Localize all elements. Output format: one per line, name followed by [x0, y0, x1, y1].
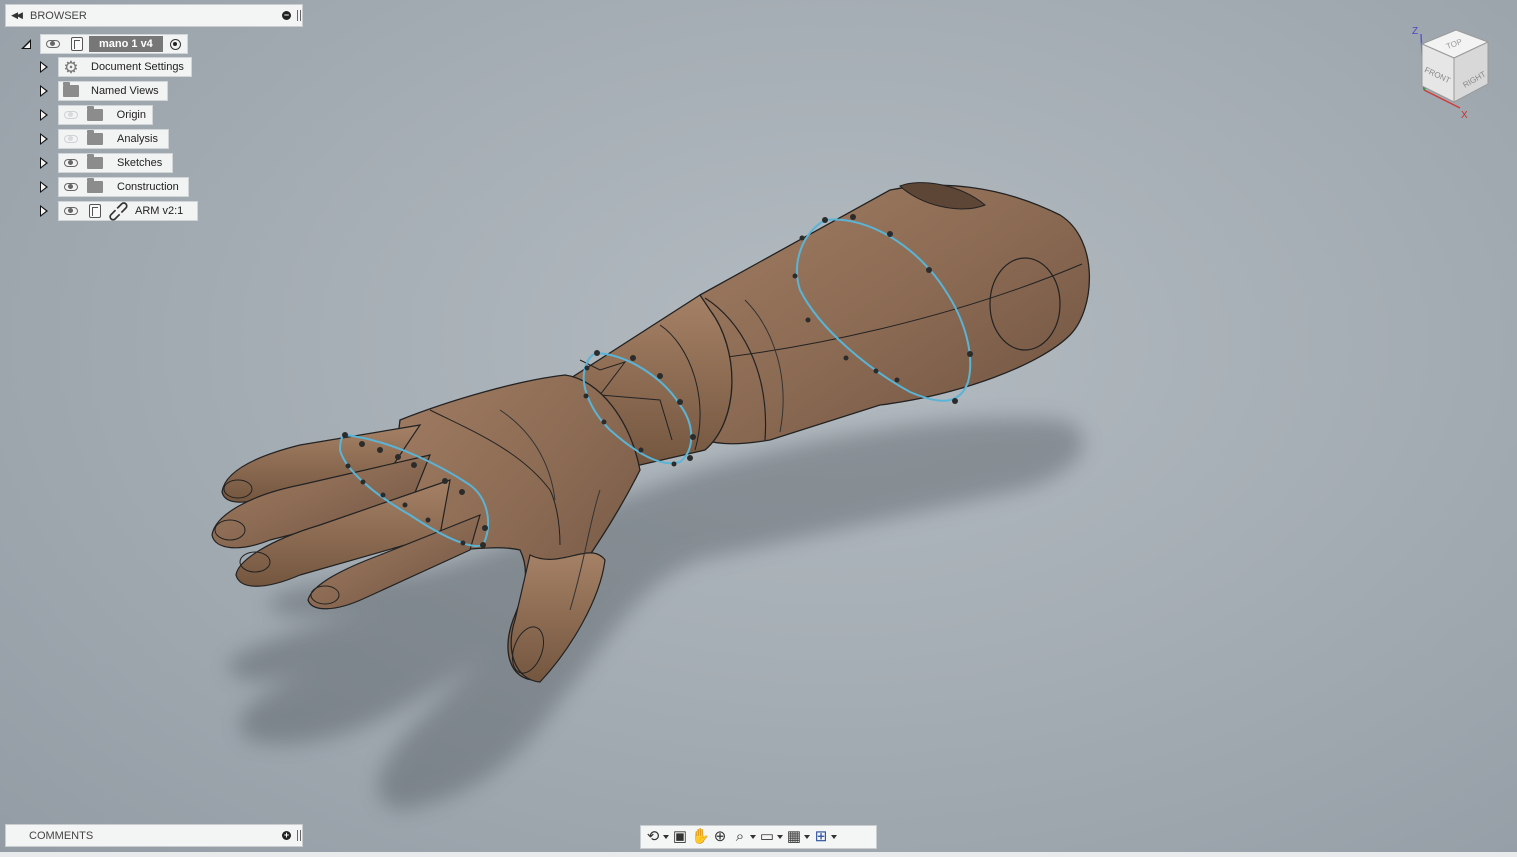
- node-construction[interactable]: Construction: [58, 177, 189, 197]
- expand-arrow-icon[interactable]: [38, 156, 50, 170]
- node-label-analysis: Analysis: [117, 133, 158, 145]
- expand-arrow-icon[interactable]: [38, 108, 50, 122]
- pan-icon: ✋: [691, 828, 710, 845]
- node-label-named-views: Named Views: [91, 85, 159, 97]
- expand-arrow-icon[interactable]: [38, 60, 50, 74]
- forearm: [699, 182, 1091, 445]
- add-comment-icon[interactable]: +: [282, 831, 291, 840]
- node-sketches[interactable]: Sketches: [58, 153, 173, 173]
- visibility-hidden-icon[interactable]: [59, 106, 83, 124]
- expand-arrow-icon[interactable]: [38, 180, 50, 194]
- navigation-toolbar: ⟲ ▣ ✋ ⊕ ⌕ ▭ ▦ ⊞: [640, 825, 877, 849]
- visibility-eye-icon[interactable]: [59, 202, 83, 220]
- panel-grip-icon[interactable]: [297, 10, 301, 21]
- viewports-tool[interactable]: ⊞: [812, 827, 837, 847]
- orbit-icon: ⟲: [646, 828, 660, 845]
- node-named-views[interactable]: Named Views: [58, 81, 168, 101]
- panel-grip-icon[interactable]: [297, 830, 301, 841]
- node-label-arm: ARM v2:1: [135, 205, 184, 217]
- visibility-eye-icon[interactable]: [59, 154, 83, 172]
- chevron-down-icon[interactable]: [831, 835, 837, 839]
- visibility-eye-icon[interactable]: [41, 35, 65, 53]
- visibility-eye-icon[interactable]: [59, 178, 83, 196]
- activate-radio-icon[interactable]: [169, 35, 183, 53]
- comments-panel[interactable]: COMMENTS +: [5, 824, 303, 847]
- viewports-icon: ⊞: [814, 828, 828, 845]
- chevron-down-icon[interactable]: [663, 835, 669, 839]
- node-arm-component[interactable]: ⊂⊃ ARM v2:1: [58, 196, 198, 226]
- node-label-construction: Construction: [117, 181, 179, 193]
- expand-arrow-icon[interactable]: [38, 204, 50, 218]
- folder-icon: [83, 130, 107, 148]
- comments-title: COMMENTS: [29, 829, 94, 842]
- visibility-hidden-icon[interactable]: [59, 130, 83, 148]
- node-label-document-settings: Document Settings: [91, 61, 184, 73]
- link-icon: ⊂⊃: [104, 196, 134, 226]
- folder-icon: [59, 82, 83, 100]
- node-origin[interactable]: Origin: [58, 105, 153, 125]
- chevron-down-icon[interactable]: [804, 835, 810, 839]
- node-analysis[interactable]: Analysis: [58, 129, 169, 149]
- collapse-root-icon[interactable]: [20, 37, 32, 51]
- look-at-icon: ▣: [672, 828, 688, 845]
- zoom-tool[interactable]: ⊕: [711, 827, 729, 847]
- display-settings-icon: ▭: [759, 828, 775, 845]
- folder-icon: [83, 154, 107, 172]
- node-label-sketches: Sketches: [117, 157, 163, 169]
- node-document-settings[interactable]: ⚙ Document Settings: [58, 57, 192, 77]
- chevron-down-icon[interactable]: [750, 835, 756, 839]
- status-strip: [0, 852, 1517, 857]
- minimize-icon[interactable]: −: [282, 11, 291, 20]
- node-label-origin: Origin: [116, 109, 146, 121]
- canvas-viewport[interactable]: [0, 0, 1517, 852]
- view-cube[interactable]: TOP FRONT RIGHT Z X: [1408, 22, 1504, 122]
- axis-z-label: Z: [1412, 26, 1418, 37]
- root-component-label: mano 1 v4: [89, 36, 163, 52]
- fit-tool[interactable]: ⌕: [731, 827, 756, 847]
- collapse-panel-icon[interactable]: ◀◀: [6, 10, 26, 21]
- axis-x-label: X: [1461, 110, 1468, 121]
- root-component[interactable]: mano 1 v4: [40, 34, 188, 54]
- grid-settings-icon: ▦: [786, 828, 802, 845]
- hand-arm-model[interactable]: [0, 0, 1517, 852]
- look-at-tool[interactable]: ▣: [671, 827, 689, 847]
- gear-icon: ⚙: [63, 57, 79, 77]
- chevron-down-icon[interactable]: [777, 835, 783, 839]
- expand-arrow-icon[interactable]: [38, 132, 50, 146]
- fit-icon: ⌕: [735, 828, 745, 845]
- folder-icon: [83, 178, 107, 196]
- component-icon: [65, 35, 89, 53]
- browser-title: BROWSER: [30, 9, 87, 22]
- folder-icon: [83, 106, 107, 124]
- expand-arrow-icon[interactable]: [38, 84, 50, 98]
- pan-tool[interactable]: ✋: [691, 827, 710, 847]
- component-icon: [83, 202, 107, 220]
- zoom-icon: ⊕: [713, 828, 727, 845]
- browser-panel-header[interactable]: ◀◀ BROWSER −: [5, 4, 303, 27]
- orbit-tool[interactable]: ⟲: [644, 827, 669, 847]
- grid-settings-tool[interactable]: ▦: [785, 827, 810, 847]
- display-settings-tool[interactable]: ▭: [758, 827, 783, 847]
